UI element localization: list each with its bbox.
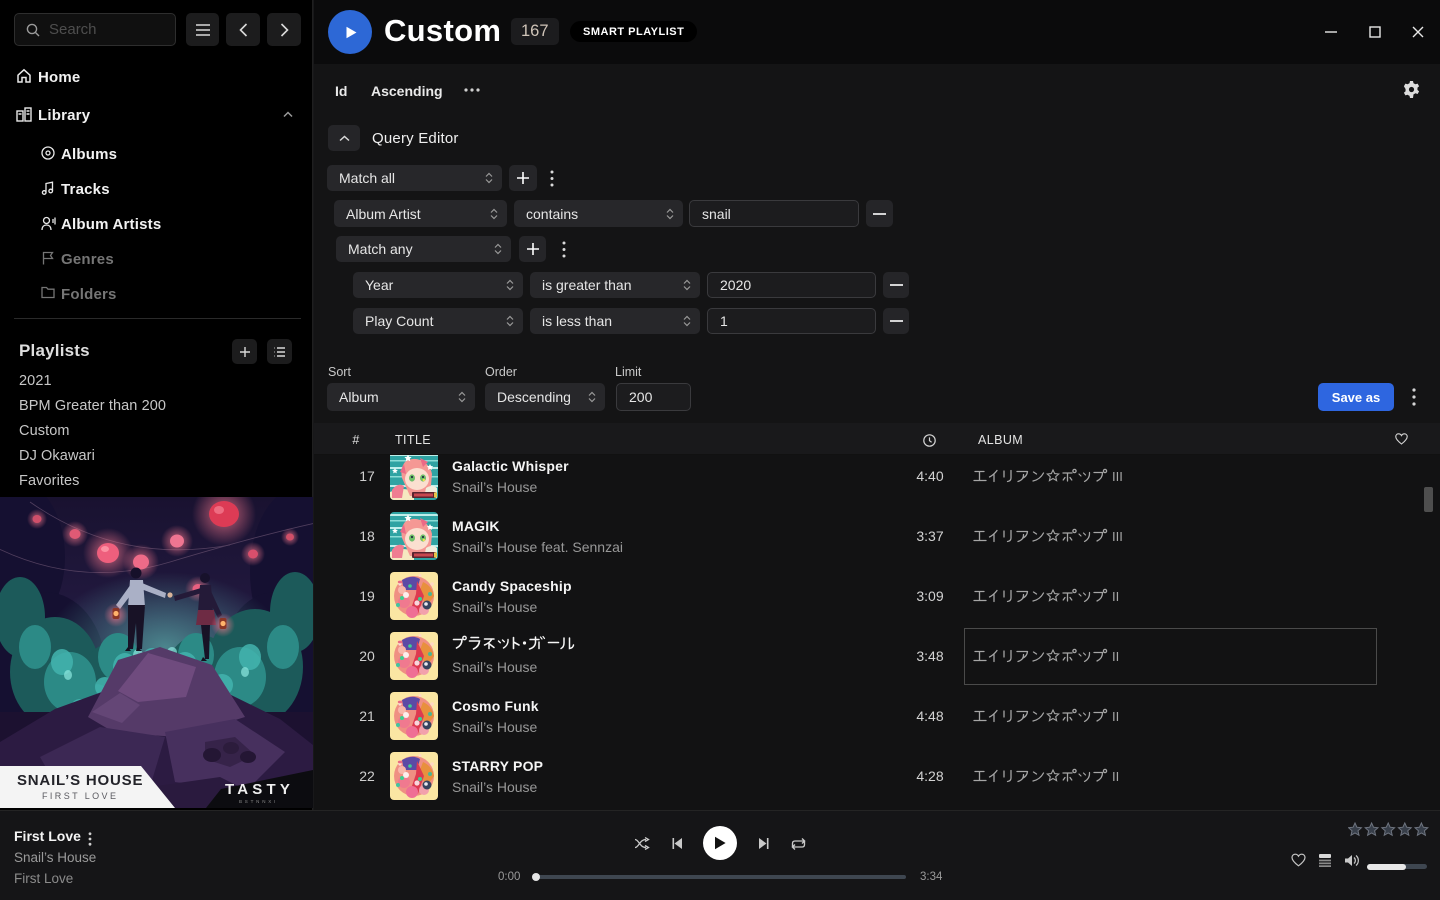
svg-text:BSTNNXI: BSTNNXI <box>239 799 278 804</box>
svg-text:FIRST LOVE: FIRST LOVE <box>42 791 118 801</box>
svg-text:SNAIL’S HOUSE: SNAIL’S HOUSE <box>17 772 143 789</box>
svg-text:TASTY: TASTY <box>225 781 294 798</box>
